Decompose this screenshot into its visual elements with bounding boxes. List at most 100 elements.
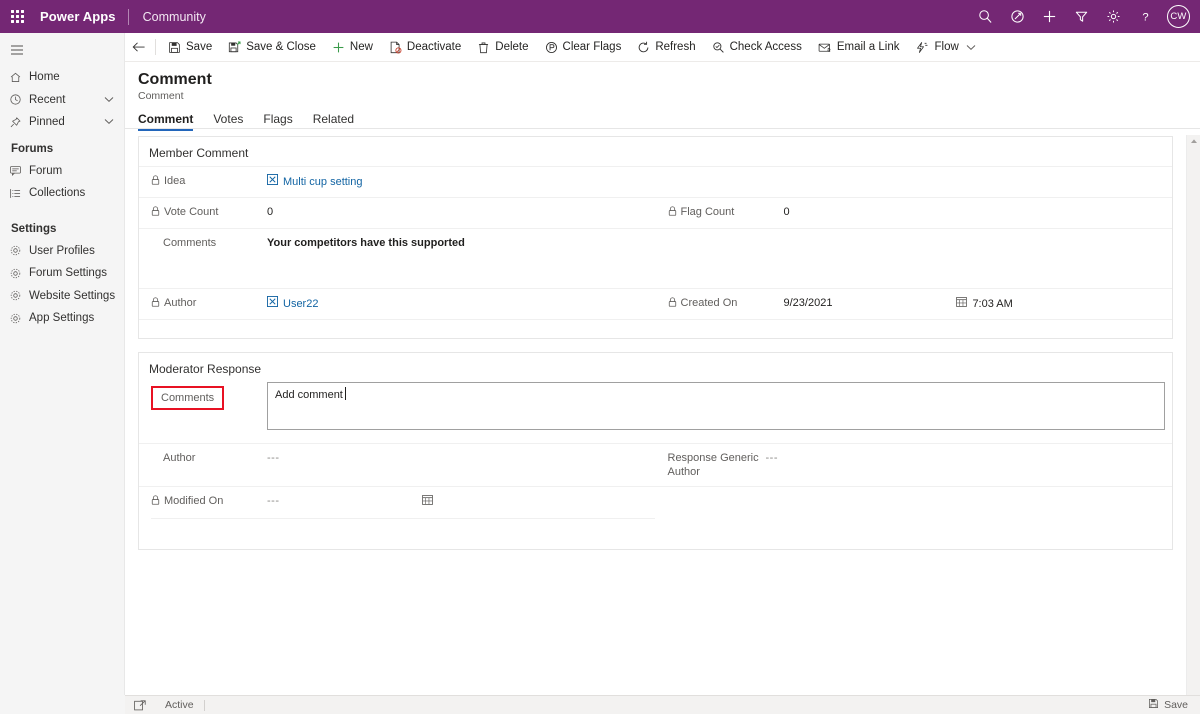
status-bar-left: Active <box>125 699 205 711</box>
avatar[interactable]: CW <box>1167 5 1190 28</box>
field-member-comments: Comments Your competitors have this supp… <box>139 229 1172 288</box>
status-bar-save-label: Save <box>1164 699 1188 711</box>
gear-icon <box>9 267 29 280</box>
field-value-flag-count: 0 <box>783 206 790 218</box>
app-launcher-icon[interactable] <box>0 0 34 33</box>
gear-icon[interactable] <box>1097 0 1129 33</box>
app-header: Power Apps Community ? CW <box>0 0 1200 33</box>
chevron-down-icon[interactable] <box>964 44 976 51</box>
calendar-icon <box>421 494 433 510</box>
moderator-comments-textarea[interactable] <box>267 382 1165 430</box>
command-bar-divider <box>155 39 156 55</box>
field-label-flag-count: Flag Count <box>656 205 784 220</box>
save-button[interactable]: Save <box>160 33 220 62</box>
status-bar-save-button[interactable]: Save <box>1148 698 1200 712</box>
command-bar: Save Save & Close New Deactivate Delete … <box>125 33 1200 62</box>
field-value-moderator-author[interactable]: --- <box>267 451 280 466</box>
email-a-link-button-label: Email a Link <box>836 41 900 53</box>
flow-button[interactable]: Flow <box>907 33 983 62</box>
moderator-right-filler <box>656 487 1173 518</box>
sidebar-item-label: App Settings <box>29 312 95 325</box>
email-a-link-button[interactable]: Email a Link <box>810 33 908 62</box>
help-icon[interactable]: ? <box>1129 0 1161 33</box>
sidebar-item-forum[interactable]: Forum <box>0 160 124 183</box>
flow-icon <box>915 41 929 54</box>
field-label-modified-on: Modified On <box>139 494 267 509</box>
scroll-up-arrow-icon[interactable] <box>1187 135 1200 147</box>
field-label-text: Created On <box>680 297 738 309</box>
check-access-button[interactable]: Check Access <box>704 33 810 62</box>
sidebar-item-user-profiles[interactable]: User Profiles <box>0 240 124 263</box>
forum-icon <box>9 164 29 177</box>
sidebar-item-label: Pinned <box>29 116 65 129</box>
sidebar-item-label: Recent <box>29 93 66 106</box>
field-value-modified-on: --- <box>267 495 280 507</box>
entity-record-icon <box>267 174 278 190</box>
lock-icon <box>151 175 160 189</box>
deactivate-button[interactable]: Deactivate <box>381 33 469 62</box>
clear-flags-icon <box>545 41 558 54</box>
idea-link[interactable]: Multi cup setting <box>283 175 362 190</box>
pin-icon <box>9 116 29 129</box>
refresh-button[interactable]: Refresh <box>629 33 703 62</box>
author-link[interactable]: User22 <box>283 297 318 312</box>
refresh-button-label: Refresh <box>655 41 696 53</box>
sidebar-item-website-settings[interactable]: Website Settings <box>0 285 124 308</box>
field-value-idea[interactable]: Multi cup setting <box>267 174 362 190</box>
chevron-down-icon[interactable] <box>104 116 114 128</box>
field-row-author-created: Author User22 Created On 9/23/2021 7:03 … <box>139 288 1172 319</box>
site-map-toggle-icon[interactable] <box>0 33 124 66</box>
flow-button-label: Flow <box>934 41 959 53</box>
sidebar-group-settings: Settings <box>11 222 57 235</box>
save-close-icon <box>228 40 241 54</box>
field-row-modified-on: Modified On --- <box>139 486 1172 518</box>
highlighted-label-wrap: Comments <box>139 382 267 410</box>
save-and-close-button[interactable]: Save & Close <box>220 33 324 62</box>
sidebar-item-label: Website Settings <box>29 289 116 302</box>
sidebar-item-home[interactable]: Home <box>0 66 124 89</box>
field-label-text: Idea <box>164 175 186 187</box>
lock-icon <box>668 297 677 311</box>
back-button[interactable] <box>125 33 153 62</box>
plus-icon[interactable] <box>1033 0 1065 33</box>
field-label-author: Author <box>139 296 267 311</box>
sidebar-item-forum-settings[interactable]: Forum Settings <box>0 262 124 285</box>
sidebar-item-recent[interactable]: Recent <box>0 89 124 112</box>
field-value-response-generic-author[interactable]: --- <box>766 451 779 466</box>
save-and-close-label: Save & Close <box>246 41 316 53</box>
clear-flags-button[interactable]: Clear Flags <box>537 33 630 62</box>
vertical-scrollbar[interactable] <box>1186 135 1200 695</box>
search-icon[interactable] <box>969 0 1001 33</box>
brand-title: Power Apps <box>40 9 116 24</box>
field-label-idea: Idea <box>139 174 267 189</box>
new-button[interactable]: New <box>324 33 381 62</box>
delete-button[interactable]: Delete <box>469 33 536 62</box>
relevance-assistant-icon[interactable] <box>1001 0 1033 33</box>
status-bar-divider <box>203 699 205 711</box>
field-created-on: Created On 9/23/2021 7:03 AM <box>656 289 1173 319</box>
plus-icon <box>332 41 345 54</box>
field-flag-count: Flag Count 0 <box>656 198 1173 228</box>
filter-icon[interactable] <box>1065 0 1097 33</box>
field-author: Author User22 <box>139 289 656 319</box>
home-icon <box>9 71 29 84</box>
trash-icon <box>477 41 490 54</box>
modified-on-time-group <box>418 494 433 510</box>
open-in-new-window-icon[interactable] <box>125 699 155 711</box>
field-label-moderator-author: Author <box>163 452 196 464</box>
sidebar-item-pinned[interactable]: Pinned <box>0 111 124 134</box>
field-label-text: Modified On <box>164 495 224 507</box>
sidebar-item-app-settings[interactable]: App Settings <box>0 307 124 330</box>
field-value-author[interactable]: User22 <box>267 296 318 312</box>
new-button-label: New <box>349 41 373 53</box>
field-label-text: Flag Count <box>680 206 735 218</box>
chevron-down-icon[interactable] <box>104 94 114 106</box>
field-row-moderator-author: Author --- Response Generic Author --- <box>139 443 1172 486</box>
check-access-icon <box>712 41 725 54</box>
calendar-icon <box>956 296 968 312</box>
moderator-response-card: Moderator Response Comments Author --- R… <box>138 352 1173 550</box>
statusbar-left-filler <box>0 695 125 714</box>
sidebar-item-collections[interactable]: Collections <box>0 182 124 205</box>
sidebar: Home Recent Pinned Forums Forum Collecti… <box>0 33 125 714</box>
